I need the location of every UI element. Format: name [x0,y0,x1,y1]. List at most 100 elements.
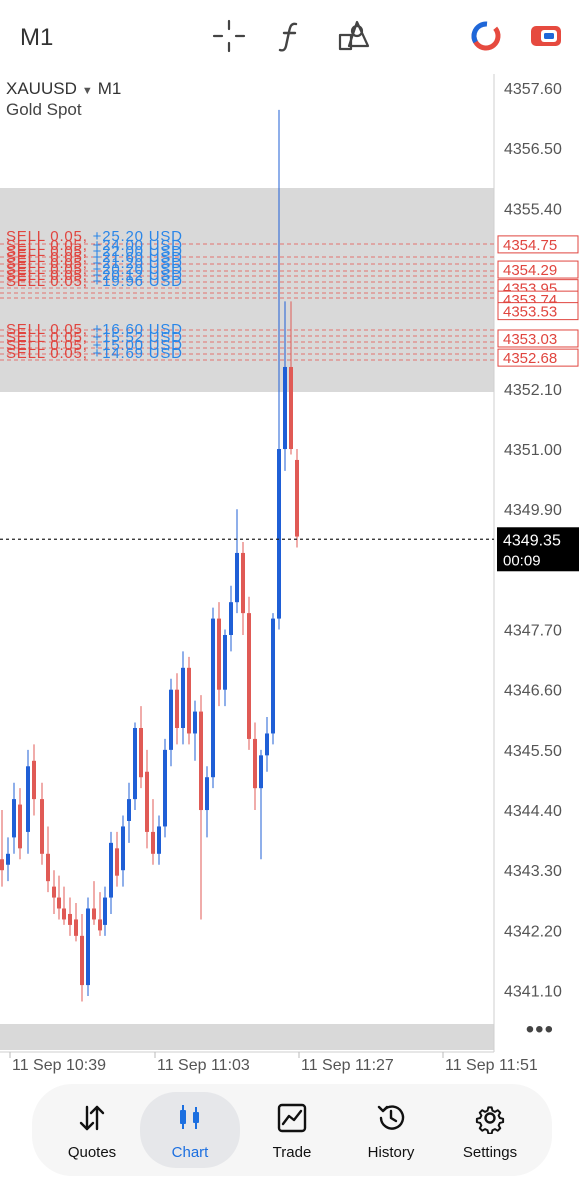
more-options-icon[interactable]: ••• [526,1016,554,1044]
position-profit: +19.96 USD [93,273,183,290]
nav-label-quotes: Quotes [67,1144,117,1161]
candle-body [80,935,84,986]
candle-body [57,897,61,909]
price-axis-label: 4343.30 [504,863,562,880]
candle-body [46,853,50,882]
nav-label-trade: Trade [272,1144,312,1161]
candle-body [181,667,185,728]
countdown-timer: 00:09 [503,552,541,569]
candle-body [163,749,167,827]
candle-body [169,689,173,750]
price-axis-label: 4344.40 [504,803,562,820]
position-side: SELL 0.05, [6,273,93,290]
candle-body [295,459,299,537]
candle-body [175,689,179,728]
symbol-timeframe: M1 [97,79,122,98]
candle-body [277,449,281,619]
price-axis-label: 4346.60 [504,683,562,700]
candle-body [193,711,197,734]
one-click-trading-icon[interactable] [468,18,504,54]
position-profit: +14.69 USD [93,345,183,362]
nav-item-trade[interactable]: Trade [242,1092,342,1168]
candle-body [283,366,287,450]
candle-body [18,804,22,849]
candle-body [157,826,161,854]
nav-item-history[interactable]: History [341,1092,441,1168]
settings-icon [475,1106,505,1134]
candle-body [223,635,227,690]
price-axis-label: 4352.10 [504,382,562,399]
history-icon [377,1105,405,1130]
position-price-label: 4354.75 [503,237,557,254]
candle-body [139,727,143,778]
dropdown-arrow-icon[interactable]: ▼ [82,85,93,97]
nav-item-chart[interactable]: Chart [140,1092,240,1168]
time-axis-label: 11 Sep 11:03 [157,1057,250,1074]
candle-body [86,908,90,986]
candle-body [12,799,16,838]
price-axis-label: 4347.70 [504,623,562,640]
current-price-value: 4349.35 [503,532,561,549]
candle-body [199,711,203,811]
position-side: SELL 0.05, [6,345,93,362]
candle-body [229,602,233,635]
chart-canvas: SELL 0.05, +25.20 USDSELL 0.05, +24.00 U… [0,74,579,1074]
price-axis-label: 4341.10 [504,984,562,1001]
symbol-description: Gold Spot [6,100,82,119]
position-label[interactable]: SELL 0.05, +14.69 USD [6,345,183,362]
nav-item-settings[interactable]: Settings [440,1092,540,1168]
price-chart[interactable]: SELL 0.05, +25.20 USD SELL 0.05, +24.00 U… [0,74,584,1074]
candle-body [265,733,269,756]
chart-icon [180,1105,199,1129]
candle-body [127,799,131,821]
candle-body [0,859,4,871]
price-axis-label: 4345.50 [504,743,562,760]
candle-body [32,760,36,800]
crosshair-icon[interactable] [211,18,247,54]
quotes-icon [79,1105,105,1131]
bottom-nav-bar: Quotes Chart Trade History Settings [32,1084,552,1176]
candle-body [151,831,155,854]
candle-body [109,842,113,898]
nav-label-settings: Settings [462,1144,518,1161]
candle-body [133,727,137,800]
position-price-label: 4354.29 [503,262,557,279]
candle-body [253,738,257,789]
candle-body [259,755,263,789]
candle-body [187,667,191,734]
price-axis-label: 4342.20 [504,923,562,940]
objects-icon[interactable] [337,18,373,54]
candle-body [26,766,30,832]
app-screen: M1 SELL 0.05, +25.20 USD SELL 0.05, +24.… [0,0,584,1200]
candle-body [145,771,149,832]
candle-body [68,913,72,925]
trade-icon [277,1103,307,1133]
trade-toggle-icon[interactable] [528,18,564,54]
symbol-header: XAUUSD ▼ M1 [6,79,121,99]
price-axis-label: 4357.60 [504,81,562,98]
price-axis-label: 4351.00 [504,442,562,459]
candle-body [247,613,251,739]
price-axis-label: 4355.40 [504,201,562,218]
candle-body [103,897,107,925]
candle-body [74,919,78,936]
candle-body [289,366,293,450]
candle-body [62,908,66,920]
position-price-label: 4353.03 [503,331,557,348]
timeframe-selector[interactable]: M1 [20,24,53,52]
bottom-navigation-area: Quotes Chart Trade History Settings [0,1074,584,1200]
candle-body [271,618,275,734]
symbol-name: XAUUSD [6,79,77,98]
nav-item-quotes[interactable]: Quotes [42,1092,142,1168]
position-price-label: 4352.68 [503,350,557,367]
candle-body [121,826,125,871]
lower-zone [0,1024,494,1050]
candle-body [217,618,221,690]
position-label[interactable]: SELL 0.05, +19.96 USD [6,273,183,290]
candle-body [98,919,102,931]
price-axis-label: 4356.50 [504,141,562,158]
top-toolbar: M1 [0,0,584,74]
candle-body [92,908,96,920]
candle-body [6,853,10,865]
function-icon[interactable] [272,18,308,54]
